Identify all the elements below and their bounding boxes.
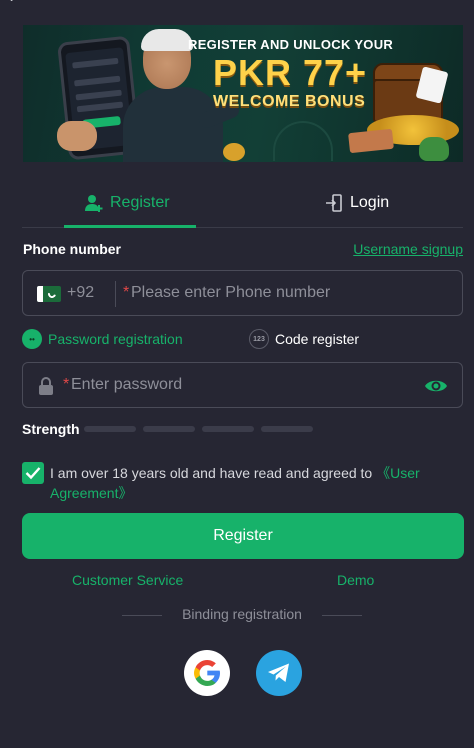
agreement-text: I am over 18 years old and have read and… [50, 463, 450, 503]
telegram-icon [268, 663, 289, 682]
strength-bar-segment [84, 426, 136, 432]
checkmark-icon [25, 467, 41, 480]
banner-title: REGISTER AND UNLOCK YOUR [188, 37, 394, 52]
agreement-statement: I am over 18 years old and have read and… [50, 465, 377, 481]
tab-register-label: Register [110, 194, 170, 211]
demo-link[interactable]: Demo [337, 572, 374, 588]
promo-banner[interactable]: REGISTER AND UNLOCK YOUR PKR 77+ WELCOME… [23, 25, 463, 162]
required-mark: * [63, 376, 70, 393]
customer-service-link[interactable]: Customer Service [72, 572, 183, 588]
country-code[interactable]: +92 [67, 284, 94, 302]
phone-field: +92 * [22, 270, 463, 316]
tab-register[interactable]: Register [84, 180, 170, 226]
strength-bar-segment [202, 426, 254, 432]
hand-illustration [57, 121, 97, 151]
telegram-signin-button[interactable] [256, 650, 302, 696]
password-field: * [22, 362, 463, 408]
active-tab-indicator [64, 225, 196, 228]
google-signin-button[interactable] [184, 650, 230, 696]
back-chevron-icon[interactable]: ‹ [8, 0, 24, 6]
register-button[interactable]: Register [22, 513, 464, 559]
mosque-illustration [273, 121, 333, 161]
coins-illustration [223, 143, 245, 161]
auth-tabs: Register Login [22, 180, 463, 228]
pakistan-flag-icon[interactable] [37, 286, 61, 302]
code-register-option[interactable]: 123 Code register [249, 329, 359, 349]
code-register-label: Code register [275, 331, 360, 347]
login-icon [326, 194, 342, 212]
strength-label: Strength [22, 421, 80, 437]
binding-registration-label: Binding registration [182, 606, 302, 622]
tab-login[interactable]: Login [324, 180, 389, 226]
strength-bar-segment [143, 426, 195, 432]
required-mark: * [123, 284, 130, 301]
agreement-checkbox[interactable] [22, 462, 44, 484]
strength-bar-segment [261, 426, 313, 432]
password-dots-icon: •• [22, 329, 42, 349]
add-user-icon [85, 195, 103, 212]
eye-icon[interactable] [424, 377, 448, 395]
password-registration-label: Password registration [48, 331, 183, 347]
banner-subtitle: WELCOME BONUS [213, 93, 366, 110]
phone-number-label: Phone number [23, 241, 122, 257]
banner-amount: PKR 77+ [213, 52, 368, 93]
phone-number-input[interactable] [131, 271, 451, 315]
tab-login-label: Login [350, 194, 390, 211]
cash-illustration [348, 128, 394, 154]
code-badge-icon: 123 [249, 329, 269, 349]
money-bag-illustration [419, 137, 449, 161]
password-input[interactable] [71, 363, 411, 407]
lock-icon [39, 377, 53, 395]
google-icon [194, 660, 220, 686]
binding-registration-divider: Binding registration [122, 605, 362, 625]
field-divider [115, 281, 116, 307]
password-registration-option[interactable]: •• Password registration [22, 329, 183, 349]
username-signup-link[interactable]: Username signup [353, 241, 463, 257]
